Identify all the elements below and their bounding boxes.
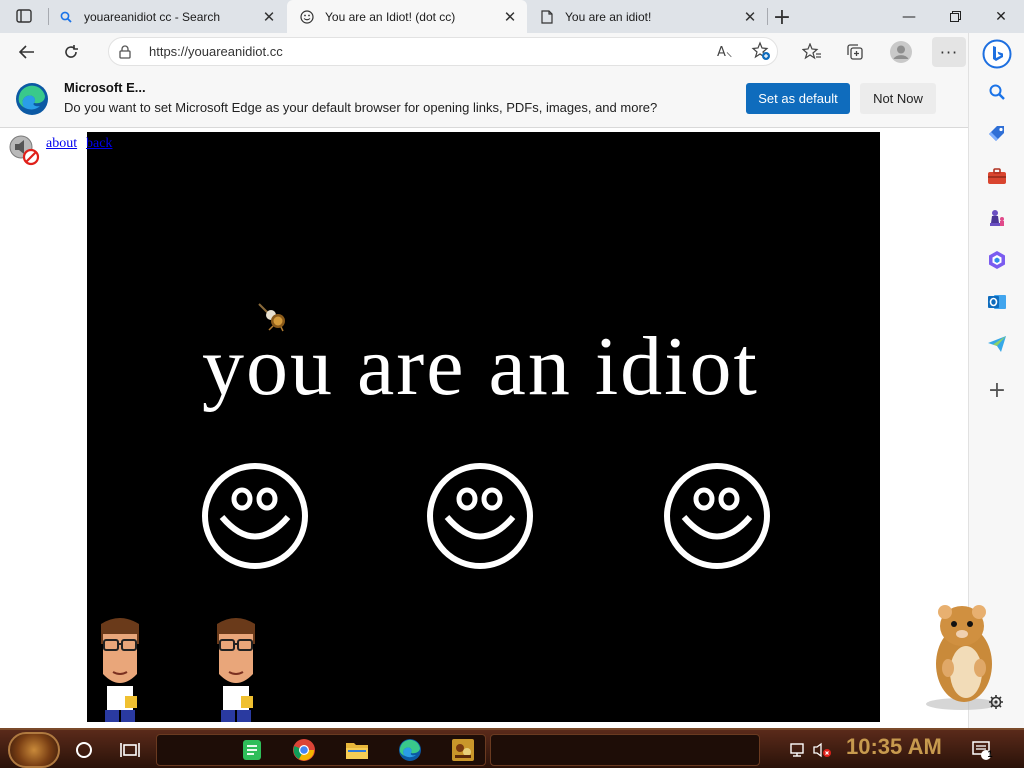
chrome-icon[interactable] bbox=[290, 736, 318, 764]
tools-briefcase-icon[interactable] bbox=[985, 164, 1009, 188]
about-link[interactable]: about bbox=[46, 136, 77, 152]
add-favorite-icon[interactable] bbox=[751, 41, 771, 65]
profile-avatar[interactable] bbox=[886, 37, 916, 67]
restore-button[interactable] bbox=[932, 0, 978, 33]
taskbar: 10:35 AM 1 bbox=[0, 728, 1024, 768]
taskbar-clock[interactable]: 10:35 AM bbox=[846, 734, 942, 760]
tab-divider bbox=[48, 8, 49, 25]
default-browser-infobar: Microsoft E... Do you want to set Micros… bbox=[0, 70, 968, 128]
infobar-title: Microsoft E... bbox=[64, 80, 146, 95]
close-tab-icon[interactable]: ✕ bbox=[739, 6, 761, 28]
address-bar[interactable]: https://youareanidiot.cc A⸜ bbox=[108, 37, 778, 66]
not-now-button[interactable]: Not Now bbox=[860, 83, 936, 114]
tab-idiot-2[interactable]: You are an idiot! ✕ bbox=[527, 0, 767, 33]
back-link[interactable]: back bbox=[86, 136, 112, 152]
start-button[interactable] bbox=[8, 732, 60, 768]
close-window-button[interactable]: ✕ bbox=[978, 0, 1024, 33]
bing-chat-icon[interactable] bbox=[982, 39, 1012, 69]
gear-icon[interactable] bbox=[988, 694, 1004, 710]
tab-title: You are an Idiot! (dot cc) bbox=[325, 9, 456, 24]
file-explorer-icon[interactable] bbox=[343, 736, 371, 764]
cartoon-man-sprite bbox=[217, 618, 255, 722]
search-icon[interactable] bbox=[985, 80, 1009, 104]
tab-title: youareanidiot cc - Search bbox=[84, 9, 221, 24]
minimize-button[interactable]: — bbox=[886, 0, 932, 33]
tab-search[interactable]: youareanidiot cc - Search ✕ bbox=[46, 0, 286, 33]
add-sidebar-icon[interactable]: + bbox=[985, 378, 1009, 403]
browser-toolbar: https://youareanidiot.cc A⸜ ··· bbox=[0, 33, 968, 70]
smiley-icon bbox=[299, 9, 315, 25]
close-tab-icon[interactable]: ✕ bbox=[258, 6, 280, 28]
tab-idiot-active[interactable]: You are an Idiot! (dot cc) ✕ bbox=[287, 0, 527, 33]
send-drop-icon[interactable] bbox=[985, 332, 1009, 356]
search-circle-icon[interactable] bbox=[70, 736, 98, 764]
tab-actions-icon[interactable] bbox=[6, 5, 42, 27]
muted-speaker-icon[interactable] bbox=[8, 134, 40, 166]
back-arrow-icon[interactable] bbox=[12, 37, 42, 67]
black-stage: you are an idiot bbox=[87, 132, 880, 722]
new-tab-button[interactable]: + bbox=[768, 4, 796, 30]
search-icon bbox=[58, 9, 74, 25]
set-as-default-button[interactable]: Set as default bbox=[746, 83, 850, 114]
smiley-face-icon bbox=[427, 463, 533, 569]
microsoft-365-icon[interactable] bbox=[985, 248, 1009, 272]
smiley-face-icon bbox=[664, 463, 770, 569]
settings-more-icon[interactable]: ··· bbox=[932, 37, 966, 67]
outlook-icon[interactable] bbox=[985, 290, 1009, 314]
favorites-icon[interactable] bbox=[797, 37, 827, 67]
headline-text: you are an idiot bbox=[202, 320, 759, 413]
edge-logo-icon bbox=[16, 83, 48, 115]
refresh-icon[interactable] bbox=[56, 37, 86, 67]
url-text[interactable]: https://youareanidiot.cc bbox=[149, 44, 283, 59]
games-chess-icon[interactable] bbox=[985, 206, 1009, 230]
game-app-icon[interactable] bbox=[449, 736, 477, 764]
task-view-icon[interactable] bbox=[116, 736, 144, 764]
infobar-message: Do you want to set Microsoft Edge as you… bbox=[64, 100, 658, 115]
taskbar-empty-panel bbox=[490, 734, 760, 766]
edge-taskbar-icon[interactable] bbox=[396, 736, 424, 764]
taskbar-apps-panel bbox=[156, 734, 486, 766]
notification-count: 1 bbox=[987, 749, 993, 759]
read-aloud-icon[interactable]: A⸜ bbox=[717, 42, 732, 60]
page-content: you are an idiot about back bbox=[0, 128, 1003, 728]
tab-strip: youareanidiot cc - Search ✕ You are an I… bbox=[0, 0, 1024, 33]
collections-icon[interactable] bbox=[840, 37, 870, 67]
volume-muted-icon[interactable] bbox=[808, 736, 836, 764]
shopping-tag-icon[interactable] bbox=[985, 122, 1009, 146]
page-icon bbox=[539, 9, 555, 25]
smiley-face-icon bbox=[202, 463, 308, 569]
cartoon-man-sprite bbox=[101, 618, 139, 722]
animated-cursor-icon bbox=[258, 303, 285, 332]
notes-app-icon[interactable] bbox=[238, 736, 266, 764]
close-tab-icon[interactable]: ✕ bbox=[499, 6, 521, 28]
lock-icon[interactable] bbox=[119, 44, 131, 63]
tab-title: You are an idiot! bbox=[565, 9, 652, 24]
